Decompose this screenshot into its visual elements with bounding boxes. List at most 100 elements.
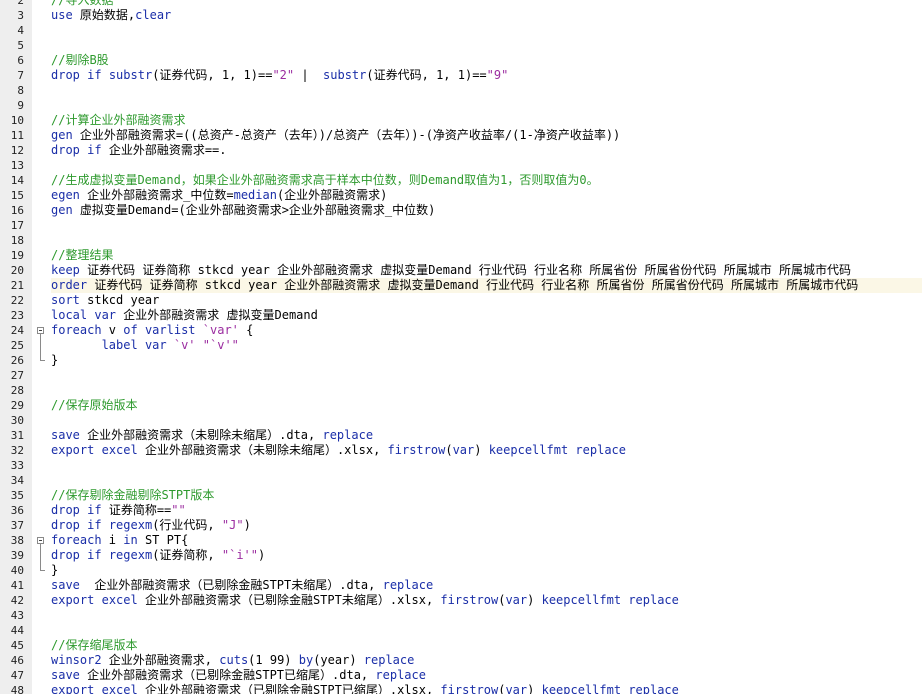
code-line[interactable]: drop if regexm(证券简称, "`i'") xyxy=(51,548,265,563)
line-number: 33 xyxy=(10,459,24,472)
text-token: 企业外部融资需求 虚拟变量Demand xyxy=(116,308,318,322)
keyword-token: save xyxy=(51,668,80,682)
keyword-token: replace xyxy=(375,668,426,682)
code-line[interactable]: //整理结果 xyxy=(51,248,113,263)
comment-token: //保存剔除金融剔除STPT版本 xyxy=(51,488,215,502)
line-number: 13 xyxy=(10,159,24,172)
string-token: "2" xyxy=(272,68,295,82)
line-number-gutter: 2 3 4 5 6 7 8 9 10 11 12 13 14 15 16 17 18 19 20 21 22 23 24 25… xyxy=(0,0,33,694)
fold-collapse-icon[interactable] xyxy=(37,537,44,544)
line-number: 21 xyxy=(10,279,24,292)
line-number: 26 xyxy=(10,354,24,367)
code-line[interactable]: } xyxy=(51,353,58,368)
code-line[interactable]: gen 虚拟变量Demand=(企业外部融资需求>企业外部融资需求_中位数) xyxy=(51,203,435,218)
code-line[interactable]: keep 证券代码 证券简称 stkcd year 企业外部融资需求 虚拟变量D… xyxy=(51,263,851,278)
code-line[interactable]: foreach v of varlist `var' { xyxy=(51,323,253,338)
text-token: 证券简称== xyxy=(101,503,172,517)
keyword-token: label xyxy=(101,338,138,352)
line-number: 3 xyxy=(17,9,24,22)
code-line[interactable]: //导入数据 xyxy=(51,0,113,8)
code-line[interactable]: export excel 企业外部融资需求（已剔除金融STPT未缩尾）.xlsx… xyxy=(51,593,679,608)
code-line[interactable]: //保存原始版本 xyxy=(51,398,137,413)
line-number: 16 xyxy=(10,204,24,217)
text-token: 企业外部融资需求（已剔除金融STPT已缩尾）.xlsx, xyxy=(137,683,441,694)
keyword-token: save xyxy=(51,428,80,442)
line-number: 30 xyxy=(10,414,24,427)
keyword-token: var xyxy=(144,338,167,352)
keyword-token: varlist xyxy=(144,323,196,337)
text-token: (证券代码, 1, 1)== xyxy=(366,68,487,82)
code-editor[interactable]: 2 3 4 5 6 7 8 9 10 11 12 13 14 15 16 17 18 19 20 21 22 23 24 25… xyxy=(0,0,922,694)
code-line[interactable]: //剔除B股 xyxy=(51,53,109,68)
code-line[interactable]: gen 企业外部融资需求=((总资产-总资产（去年）)/总资产（去年）)-(净资… xyxy=(51,128,620,143)
fold-range-line xyxy=(40,334,41,360)
text-token: ) xyxy=(474,443,489,457)
fold-collapse-icon[interactable] xyxy=(37,327,44,334)
line-number: 23 xyxy=(10,309,24,322)
line-number: 4 xyxy=(17,24,24,37)
text-token: (year) xyxy=(313,653,364,667)
code-line[interactable]: sort stkcd year xyxy=(51,293,159,308)
text-token: (1 99) xyxy=(248,653,299,667)
code-line[interactable]: drop if 证券简称=="" xyxy=(51,503,186,518)
code-line[interactable]: //计算企业外部融资需求 xyxy=(51,113,185,128)
keyword-token: replace xyxy=(628,593,679,607)
code-line[interactable]: label var `v' "`v'" xyxy=(51,338,239,353)
code-line[interactable]: //保存剔除金融剔除STPT版本 xyxy=(51,488,214,503)
keyword-token: drop xyxy=(51,503,80,517)
code-line[interactable]: egen 企业外部融资需求_中位数=median(企业外部融资需求) xyxy=(51,188,387,203)
keyword-token: replace xyxy=(628,683,679,694)
text-token: i xyxy=(101,533,124,547)
keyword-token: use xyxy=(51,8,73,22)
keyword-token: substr xyxy=(108,68,153,82)
line-number: 18 xyxy=(10,234,24,247)
keyword-token: firstrow xyxy=(440,593,499,607)
keyword-token: cuts xyxy=(219,653,249,667)
string-token: `v' xyxy=(173,338,196,352)
keyword-token: sort xyxy=(51,293,80,307)
code-line[interactable]: drop if regexm(行业代码, "J") xyxy=(51,518,251,533)
keyword-token: if xyxy=(87,518,102,532)
text-token: 企业外部融资需求_中位数= xyxy=(79,188,234,202)
fold-end-marker xyxy=(40,570,45,571)
keyword-token: egen xyxy=(51,188,80,202)
code-line[interactable]: export excel 企业外部融资需求（未剔除未缩尾）.xlsx, firs… xyxy=(51,443,626,458)
code-line[interactable]: //保存缩尾版本 xyxy=(51,638,137,653)
keyword-token: replace xyxy=(382,578,434,592)
line-number: 10 xyxy=(10,114,24,127)
line-number: 43 xyxy=(10,609,24,622)
code-line[interactable]: save 企业外部融资需求（未剔除未缩尾）.dta, replace xyxy=(51,428,373,443)
code-line[interactable]: drop if 企业外部融资需求==. xyxy=(51,143,227,158)
line-number: 29 xyxy=(10,399,24,412)
code-line[interactable]: use 原始数据,clear xyxy=(51,8,171,23)
code-line[interactable]: save 企业外部融资需求（已剔除金融STPT已缩尾）.dta, replace xyxy=(51,668,426,683)
current-code-line[interactable]: order 证券代码 证券简称 stkcd year 企业外部融资需求 虚拟变量… xyxy=(51,278,922,293)
code-line[interactable]: drop if substr(证券代码, 1, 1)=="2" | substr… xyxy=(51,68,508,83)
text-token: 证券代码 证券简称 stkcd year 企业外部融资需求 虚拟变量Demand… xyxy=(79,263,851,277)
line-number: 37 xyxy=(10,519,24,532)
text-token: 企业外部融资需求, xyxy=(101,653,220,667)
code-line[interactable]: local var 企业外部融资需求 虚拟变量Demand xyxy=(51,308,318,323)
keyword-token: gen xyxy=(51,128,73,142)
text-token: 企业外部融资需求（未剔除未缩尾）.dta, xyxy=(79,428,323,442)
text-token: ) xyxy=(527,683,542,694)
code-line[interactable]: } xyxy=(51,563,58,578)
code-line[interactable]: save 企业外部融资需求（已剔除金融STPT未缩尾）.dta, replace xyxy=(51,578,433,593)
code-line[interactable]: winsor2 企业外部融资需求, cuts(1 99) by(year) re… xyxy=(51,653,414,668)
text-token: (证券简称, xyxy=(152,548,222,562)
text-token: ( xyxy=(445,443,453,457)
text-token: | xyxy=(294,68,324,82)
comment-token: //剔除B股 xyxy=(51,53,109,67)
code-line[interactable]: foreach i in ST PT{ xyxy=(51,533,188,548)
text-token: 企业外部融资需求（已剔除金融STPT未缩尾）.dta, xyxy=(79,578,383,592)
code-line[interactable]: //生成虚拟变量Demand，如果企业外部融资需求高于样本中位数，则Demand… xyxy=(51,173,599,188)
line-number: 27 xyxy=(10,369,24,382)
line-number: 9 xyxy=(17,99,24,112)
text-token: } xyxy=(51,563,59,577)
code-line[interactable]: export excel 企业外部融资需求（已剔除金融STPT已缩尾）.xlsx… xyxy=(51,683,679,694)
line-number: 48 xyxy=(10,684,24,694)
